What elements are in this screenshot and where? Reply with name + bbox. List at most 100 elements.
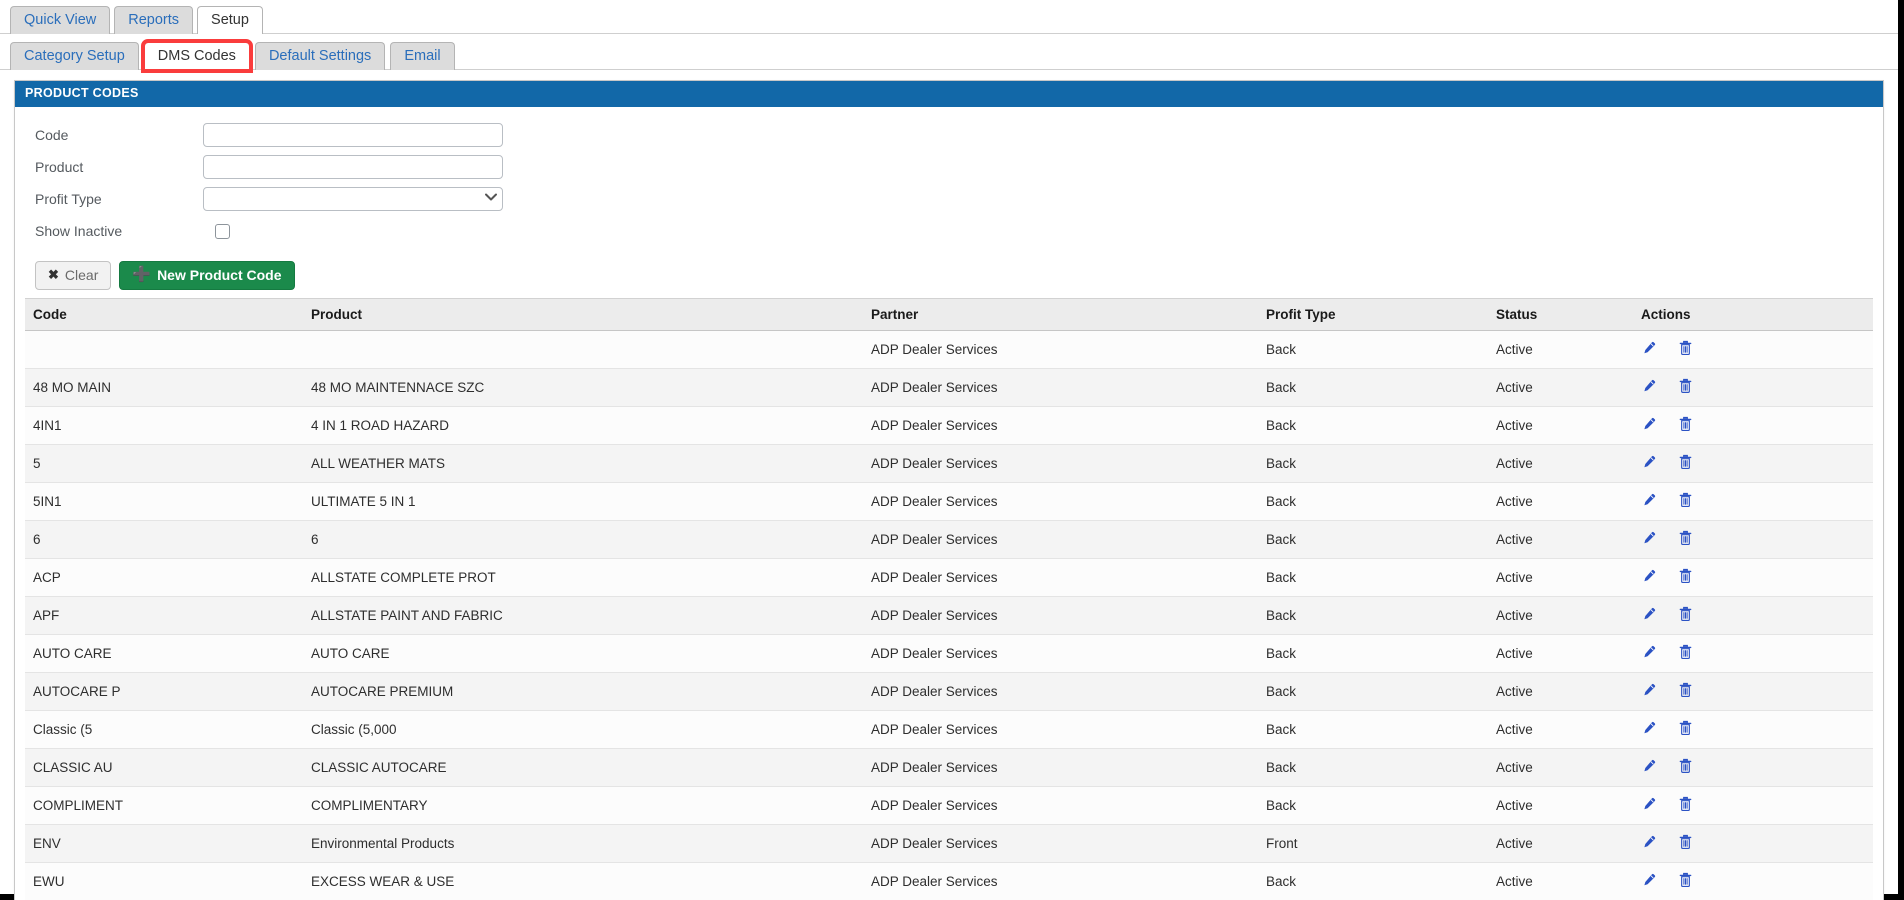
table-row[interactable]: APF ALLSTATE PAINT AND FABRIC ADP Dealer S… xyxy=(25,596,1873,635)
table-row[interactable]: AUTOCARE P AUTOCARE PREMIUM ADP Dealer Ser… xyxy=(25,672,1873,711)
cell-actions xyxy=(1635,330,1873,369)
form-row-profit-type: Profit Type FrontBack xyxy=(25,183,1873,215)
cell-product: ULTIMATE 5 IN 1 xyxy=(305,482,865,521)
pencil-icon[interactable] xyxy=(1641,455,1656,473)
cell-profit-type: Back xyxy=(1260,406,1490,445)
pencil-icon[interactable] xyxy=(1641,493,1656,511)
pencil-icon[interactable] xyxy=(1641,835,1656,853)
table-row[interactable]: ACP ALLSTATE COMPLETE PROT ADP Dealer Serv… xyxy=(25,558,1873,597)
form-row-code: Code xyxy=(25,119,1873,151)
cell-profit-type: Back xyxy=(1260,330,1490,369)
table-row[interactable]: CLASSIC AU CLASSIC AUTOCARE ADP Dealer Ser… xyxy=(25,748,1873,787)
table-row[interactable]: ENV Environmental Products ADP Dealer Serv… xyxy=(25,824,1873,863)
table-row[interactable]: AUTO CARE AUTO CARE ADP Dealer Services Bac… xyxy=(25,634,1873,673)
clear-button[interactable]: ✖ Clear xyxy=(35,261,112,290)
tab-reports[interactable]: Reports xyxy=(114,6,194,34)
trash-icon[interactable] xyxy=(1678,796,1693,815)
cell-partner: ADP Dealer Services xyxy=(865,330,1260,369)
trash-icon[interactable] xyxy=(1678,644,1693,663)
trash-icon[interactable] xyxy=(1678,834,1693,853)
new-product-code-label: New Product Code xyxy=(157,267,282,283)
cell-profit-type: Back xyxy=(1260,444,1490,483)
trash-icon[interactable] xyxy=(1678,682,1693,701)
cell-product: 6 xyxy=(305,520,865,559)
cell-partner: ADP Dealer Services xyxy=(865,634,1260,673)
trash-icon[interactable] xyxy=(1678,416,1693,435)
tab-quick-view[interactable]: Quick View xyxy=(10,6,111,34)
pencil-icon[interactable] xyxy=(1641,683,1656,701)
pencil-icon[interactable] xyxy=(1641,531,1656,549)
subtab-default-settings[interactable]: Default Settings xyxy=(254,42,386,70)
cell-product: AUTOCARE PREMIUM xyxy=(305,672,865,711)
pencil-icon[interactable] xyxy=(1641,379,1656,397)
table-row[interactable]: 48 MO MAIN 48 MO MAINTENNACE SZC ADP Deale… xyxy=(25,368,1873,407)
cell-profit-type: Back xyxy=(1260,558,1490,597)
cell-code: 6 xyxy=(25,520,305,559)
trash-icon[interactable] xyxy=(1678,340,1693,359)
table-row[interactable]: COMPLIMENT COMPLIMENTARY ADP Dealer Servic… xyxy=(25,786,1873,825)
table-row[interactable]: EWU EXCESS WEAR & USE ADP Dealer Services B… xyxy=(25,862,1873,900)
cell-code: EWU xyxy=(25,862,305,900)
pencil-icon[interactable] xyxy=(1641,417,1656,435)
cell-product: COMPLIMENTARY xyxy=(305,786,865,825)
column-header-product[interactable]: Product xyxy=(305,298,865,331)
product-codes-panel: PRODUCT CODES Code Product Profit Type F… xyxy=(14,80,1884,900)
trash-icon[interactable] xyxy=(1678,606,1693,625)
pencil-icon[interactable] xyxy=(1641,645,1656,663)
table-row[interactable]: 5IN1 ULTIMATE 5 IN 1 ADP Dealer Services Ba… xyxy=(25,482,1873,521)
table-row[interactable]: 6 6 ADP Dealer Services Back Active xyxy=(25,520,1873,559)
cell-status: Active xyxy=(1490,330,1635,369)
table-row[interactable]: 4IN1 4 IN 1 ROAD HAZARD ADP Dealer Service… xyxy=(25,406,1873,445)
trash-icon[interactable] xyxy=(1678,530,1693,549)
trash-icon[interactable] xyxy=(1678,378,1693,397)
column-header-partner[interactable]: Partner xyxy=(865,298,1260,331)
trash-icon[interactable] xyxy=(1678,454,1693,473)
pencil-icon[interactable] xyxy=(1641,873,1656,891)
table-row[interactable]: ADP Dealer Services Back Active xyxy=(25,330,1873,369)
cell-profit-type: Back xyxy=(1260,710,1490,749)
column-header-actions[interactable]: Actions xyxy=(1635,298,1873,331)
table-row[interactable]: 5 ALL WEATHER MATS ADP Dealer Services Back… xyxy=(25,444,1873,483)
cell-partner: ADP Dealer Services xyxy=(865,748,1260,787)
pencil-icon[interactable] xyxy=(1641,759,1656,777)
subtab-category-setup[interactable]: Category Setup xyxy=(10,42,139,70)
trash-icon[interactable] xyxy=(1678,758,1693,777)
profit-type-label: Profit Type xyxy=(35,191,102,207)
cell-product: CLASSIC AUTOCARE xyxy=(305,748,865,787)
table-row[interactable]: Classic (5 Classic (5,000 ADP Dealer Servi… xyxy=(25,710,1873,749)
pencil-icon[interactable] xyxy=(1641,607,1656,625)
trash-icon[interactable] xyxy=(1678,720,1693,739)
cell-actions xyxy=(1635,710,1873,749)
tab-setup[interactable]: Setup xyxy=(197,6,263,34)
trash-icon[interactable] xyxy=(1678,568,1693,587)
cell-partner: ADP Dealer Services xyxy=(865,824,1260,863)
subtab-email[interactable]: Email xyxy=(390,42,455,70)
pencil-icon[interactable] xyxy=(1641,797,1656,815)
product-input[interactable] xyxy=(203,155,503,179)
column-header-code[interactable]: Code xyxy=(25,298,305,331)
pencil-icon[interactable] xyxy=(1641,569,1656,587)
show-inactive-checkbox[interactable] xyxy=(215,223,230,239)
code-input[interactable] xyxy=(203,123,503,147)
new-product-code-button[interactable]: ➕ New Product Code xyxy=(119,261,295,290)
cell-product: 48 MO MAINTENNACE SZC xyxy=(305,368,865,407)
cell-status: Active xyxy=(1490,520,1635,559)
cell-actions xyxy=(1635,634,1873,673)
cell-partner: ADP Dealer Services xyxy=(865,482,1260,521)
trash-icon[interactable] xyxy=(1678,872,1693,891)
cell-code: 5IN1 xyxy=(25,482,305,521)
cell-code: 5 xyxy=(25,444,305,483)
cell-status: Active xyxy=(1490,482,1635,521)
pencil-icon[interactable] xyxy=(1641,341,1656,359)
cell-partner: ADP Dealer Services xyxy=(865,710,1260,749)
cell-profit-type: Back xyxy=(1260,482,1490,521)
cell-product: EXCESS WEAR & USE xyxy=(305,862,865,900)
cell-profit-type: Back xyxy=(1260,596,1490,635)
profit-type-select[interactable]: FrontBack xyxy=(203,187,503,211)
subtab-dms-codes[interactable]: DMS Codes xyxy=(140,39,253,73)
column-header-profit-type[interactable]: Profit Type xyxy=(1260,298,1490,331)
cell-status: Active xyxy=(1490,444,1635,483)
pencil-icon[interactable] xyxy=(1641,721,1656,739)
column-header-status[interactable]: Status xyxy=(1490,298,1635,331)
trash-icon[interactable] xyxy=(1678,492,1693,511)
